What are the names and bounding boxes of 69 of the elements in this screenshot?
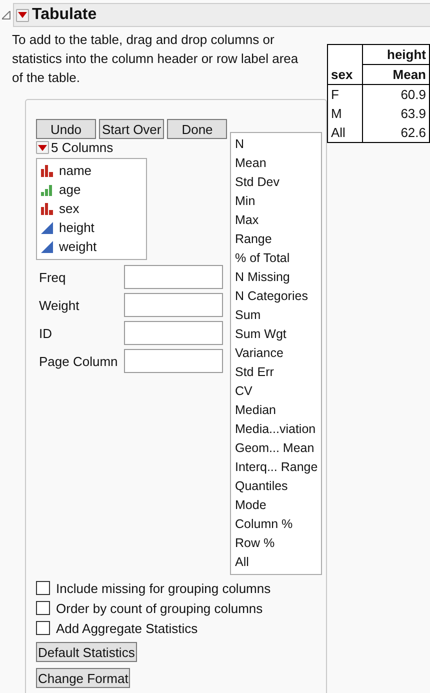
toolbar-button[interactable]: Undo bbox=[36, 119, 96, 139]
statistic-item[interactable]: Media...viation bbox=[235, 422, 316, 436]
statistic-item[interactable]: Range bbox=[235, 232, 272, 246]
statistic-item[interactable]: Median bbox=[235, 403, 276, 417]
table-cell: M bbox=[328, 104, 362, 123]
table-header: height bbox=[362, 44, 430, 64]
statistic-item[interactable]: Variance bbox=[235, 346, 284, 360]
statistic-item[interactable]: Sum bbox=[235, 308, 261, 322]
columns-label: 5 Columns bbox=[51, 140, 114, 155]
caret-icon bbox=[18, 12, 27, 18]
bar-chart-icon bbox=[41, 164, 53, 176]
variable-item[interactable]: weight bbox=[59, 239, 97, 254]
variable-item[interactable]: age bbox=[59, 182, 81, 197]
statistic-item[interactable]: Row % bbox=[235, 536, 275, 550]
checkbox-label: Add Aggregate Statistics bbox=[56, 620, 198, 636]
menu-button[interactable] bbox=[36, 141, 49, 154]
role-field[interactable] bbox=[124, 321, 223, 345]
window-title: Tabulate bbox=[32, 6, 97, 24]
statistic-item[interactable]: Mean bbox=[235, 156, 266, 170]
statistic-item[interactable]: Column % bbox=[235, 517, 293, 531]
statistic-item[interactable]: Mode bbox=[235, 498, 266, 512]
table-cell: 62.6 bbox=[362, 123, 430, 142]
statistic-item[interactable]: Min bbox=[235, 194, 256, 208]
role-label: Weight bbox=[39, 298, 80, 312]
statistic-item[interactable]: N bbox=[235, 137, 244, 151]
statistic-item[interactable]: CV bbox=[235, 384, 252, 398]
checkbox[interactable] bbox=[36, 601, 50, 615]
instructions-text: To add to the table, drag and drop columns or statistics into the column header or row label area of the table. bbox=[12, 31, 300, 87]
variable-item[interactable]: name bbox=[59, 163, 92, 178]
table-cell: F bbox=[328, 84, 362, 104]
checkbox[interactable] bbox=[36, 581, 50, 595]
table-header: Mean bbox=[362, 64, 430, 84]
caret-icon bbox=[38, 144, 47, 150]
statistic-item[interactable]: Interq... Range bbox=[235, 460, 318, 474]
role-field[interactable] bbox=[124, 349, 223, 373]
statistic-item[interactable]: Std Err bbox=[235, 365, 274, 379]
variable-item[interactable]: sex bbox=[59, 201, 80, 216]
checkbox[interactable] bbox=[36, 621, 50, 635]
toolbar-button[interactable]: Start Over bbox=[99, 119, 164, 139]
checkbox-label: Order by count of grouping columns bbox=[56, 600, 263, 616]
role-label: Freq bbox=[39, 270, 67, 284]
table-cell: 63.9 bbox=[362, 104, 430, 123]
statistic-item[interactable]: All bbox=[235, 555, 249, 569]
role-field[interactable] bbox=[124, 293, 223, 317]
triangle-icon bbox=[41, 240, 53, 252]
statistic-item[interactable]: % of Total bbox=[235, 251, 290, 265]
statistic-item[interactable]: N Categories bbox=[235, 289, 308, 303]
bar-chart-icon bbox=[41, 202, 53, 214]
disclosure-icon[interactable] bbox=[2, 10, 11, 20]
menu-button[interactable] bbox=[16, 8, 29, 22]
table-cell: All bbox=[328, 123, 362, 142]
checkbox-label: Include missing for grouping columns bbox=[56, 580, 271, 596]
action-button[interactable]: Change Format bbox=[36, 668, 130, 688]
statistic-item[interactable]: N Missing bbox=[235, 270, 290, 284]
statistic-item[interactable]: Max bbox=[235, 213, 259, 227]
triangle-icon bbox=[41, 222, 53, 234]
statistic-item[interactable]: Std Dev bbox=[235, 175, 280, 189]
statistic-item[interactable]: Geom... Mean bbox=[235, 441, 314, 455]
statistic-item[interactable]: Sum Wgt bbox=[235, 327, 286, 341]
role-label: Page Column bbox=[39, 354, 119, 368]
variable-item[interactable]: height bbox=[59, 220, 94, 235]
toolbar-button[interactable]: Done bbox=[167, 119, 228, 139]
role-label: ID bbox=[39, 326, 53, 340]
bar-chart-icon bbox=[41, 184, 53, 196]
role-field[interactable] bbox=[124, 265, 223, 289]
table-header: sex bbox=[328, 64, 362, 84]
statistic-item[interactable]: Quantiles bbox=[235, 479, 288, 493]
action-button[interactable]: Default Statistics bbox=[36, 642, 137, 662]
table-cell: 60.9 bbox=[362, 84, 430, 104]
